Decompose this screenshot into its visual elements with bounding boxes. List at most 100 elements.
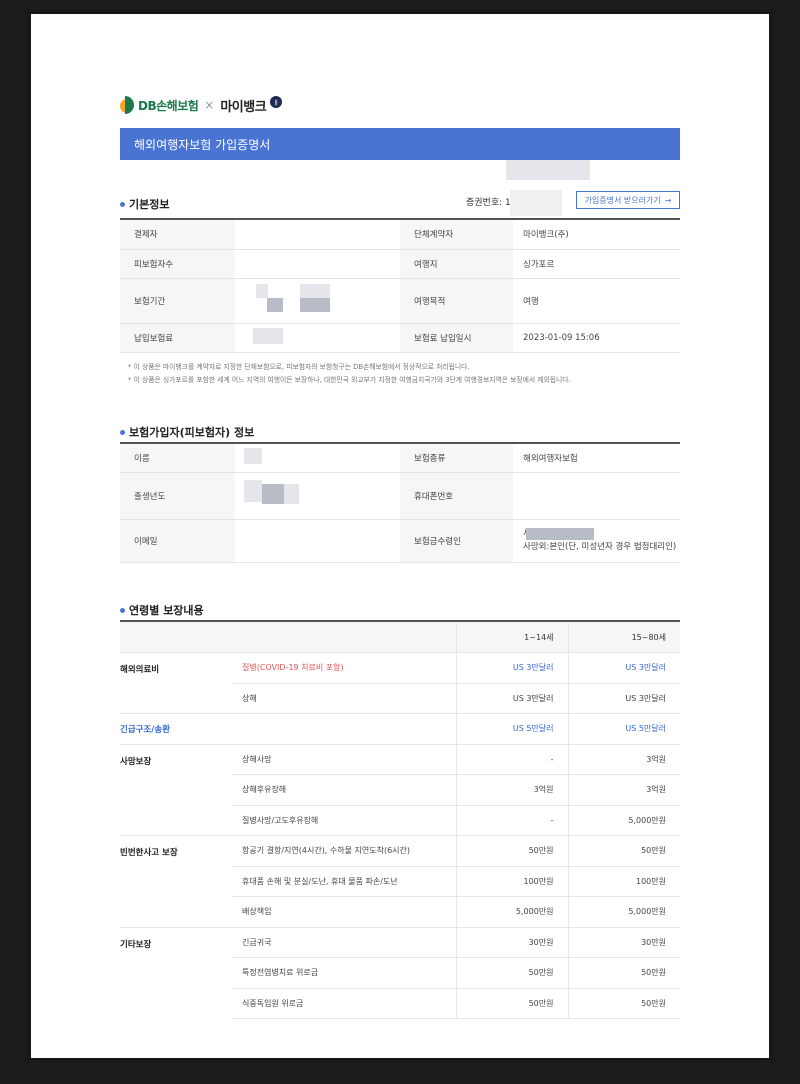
redacted-block — [526, 528, 594, 540]
insurer-logo-text: DB손해보험 — [138, 98, 199, 113]
bullet-icon — [120, 201, 125, 207]
age-column-header: 15~80세 — [567, 621, 680, 653]
amount-cell: US 3만달러 — [455, 683, 568, 714]
coverage-item: 상해 — [232, 683, 456, 714]
table-row: 이메일 보험금수령인 사망시:법정상속인 사망외:본인(단, 미성년자 경우 법… — [120, 519, 680, 563]
coverage-item: 상해후유장해 — [232, 774, 456, 806]
amount-cell: 50만원 — [455, 988, 568, 1019]
field-value: 싱가포르 — [513, 249, 680, 279]
field-label: 납입보험료 — [120, 323, 235, 353]
coverage-item: 배상책임 — [232, 896, 456, 928]
redacted-policy-number — [510, 190, 562, 216]
coverage-item: 항공기 결항/지연(4시간), 수하물 지연도착(6시간) — [232, 835, 456, 867]
amount-cell: 50만원 — [455, 835, 568, 867]
field-label: 여행목적 — [400, 278, 513, 324]
amount-cell: 50만원 — [567, 835, 680, 867]
coverage-item: 질병(COVID-19 치료비 포함) — [232, 652, 456, 684]
certificate-download-button[interactable]: 가입증명서 받으러가기 → — [576, 191, 680, 209]
coverage-item: 특정전염병치료 위로금 — [232, 957, 456, 989]
field-label: 출생년도 — [120, 472, 235, 520]
redacted-block — [284, 484, 299, 504]
amount-cell: 5,000만원 — [567, 805, 680, 836]
basic-info-table: 결제자 단체계약자 마이뱅크(주) 피보험자수 여행지 싱가포르 보험기간 여행… — [120, 218, 680, 353]
table-row: 결제자 단체계약자 마이뱅크(주) — [120, 219, 680, 250]
amount-cell: US 3만달러 — [567, 652, 680, 684]
amount-cell: 3억원 — [455, 774, 568, 806]
notice-text: * 이 상품은 마이뱅크를 계약자로 지정한 단체보험으로, 피보험자의 보험청… — [128, 361, 571, 387]
field-label: 보험금수령인 — [400, 519, 513, 563]
field-label: 휴대폰번호 — [400, 472, 513, 520]
header-spacer — [120, 621, 456, 653]
redacted-block — [506, 160, 590, 180]
partner-logo-text: 마이뱅크 — [220, 99, 267, 115]
redacted-block — [267, 298, 283, 312]
redacted-block — [244, 448, 262, 464]
redacted-block — [244, 480, 262, 502]
field-value — [513, 472, 680, 520]
notice-line: * 이 상품은 싱가포르를 포함한 세계 어느 지역의 여행이든 보장하나, 대… — [128, 376, 571, 384]
partner-badge-icon: ㅐ — [270, 96, 283, 108]
field-label: 보험기간 — [120, 278, 235, 324]
field-label: 이메일 — [120, 519, 235, 563]
coverage-item: 상해사망 — [232, 744, 456, 775]
field-value: 해외여행자보험 — [513, 443, 680, 473]
section-heading: 보험가입자(피보험자) 정보 — [129, 426, 255, 439]
amount-cell: - — [455, 805, 568, 836]
field-value — [235, 219, 400, 250]
insured-info-table: 이름 보험종류 해외여행자보험 출생년도 휴대폰번호 이메일 보험금수령인 사망… — [120, 442, 680, 563]
page-title: 해외여행자보험 가입증명서 — [134, 137, 271, 152]
amount-cell: 100만원 — [455, 866, 568, 897]
certificate-button-label: 가입증명서 받으러가기 — [584, 195, 661, 205]
amount-cell: 50만원 — [455, 957, 568, 989]
amount-cell: 100만원 — [567, 866, 680, 897]
table-row: 출생년도 휴대폰번호 — [120, 472, 680, 520]
field-value: 마이뱅크(주) — [513, 219, 680, 250]
redacted-block — [300, 284, 330, 298]
table-row: 해외의료비 질병(COVID-19 치료비 포함) US 3만달러 US 3만달… — [120, 652, 680, 714]
amount-cell: 50만원 — [567, 988, 680, 1019]
logo-separator: × — [204, 98, 215, 112]
amount-cell: 50만원 — [567, 957, 680, 989]
redacted-block — [253, 328, 283, 344]
coverage-item — [232, 713, 456, 745]
amount-cell: 30만원 — [455, 927, 568, 958]
field-value: 2023-01-09 15:06 — [513, 323, 680, 353]
logo-bar: DB손해보험 × 마이뱅크 ㅐ — [120, 94, 283, 116]
coverage-item: 휴대품 손해 및 분실/도난, 휴대 물품 파손/도난 — [232, 866, 456, 897]
table-row: 납입보험료 보험료 납입일시 2023-01-09 15:06 — [120, 323, 680, 353]
coverage-category: 기타보장 — [120, 939, 152, 950]
document-page: DB손해보험 × 마이뱅크 ㅐ 해외여행자보험 가입증명서 기본정보 증권번호:… — [31, 14, 769, 1058]
coverage-item: 식중독입원 위로금 — [232, 988, 456, 1019]
table-row: 이름 보험종류 해외여행자보험 — [120, 443, 680, 473]
table-row: 보험기간 여행목적 여행 — [120, 278, 680, 324]
coverage-category: 빈번한사고 보장 — [120, 835, 232, 928]
bullet-icon — [120, 607, 125, 613]
amount-cell: US 3만달러 — [567, 683, 680, 714]
redacted-block — [256, 284, 268, 298]
redacted-block — [300, 298, 330, 312]
page-title-bar: 해외여행자보험 가입증명서 — [120, 128, 680, 160]
arrow-right-icon: → — [664, 195, 672, 205]
amount-cell: US 3만달러 — [455, 652, 568, 684]
field-label: 이름 — [120, 443, 235, 473]
amount-cell: 5,000만원 — [455, 896, 568, 928]
notice-line: * 이 상품은 마이뱅크를 계약자로 지정한 단체보험으로, 피보험자의 보험청… — [128, 363, 470, 371]
amount-cell: US 5만달러 — [567, 713, 680, 745]
table-header-row: 1~14세 15~80세 — [120, 621, 680, 653]
amount-cell: 5,000만원 — [567, 896, 680, 928]
table-row: 빈번한사고 보장 항공기 결항/지연(4시간), 수하물 지연도착(6시간) 5… — [120, 835, 680, 928]
policy-number: 증권번호: 1 — [466, 198, 511, 208]
coverage-category: 긴급구조/송환 — [120, 713, 232, 745]
bullet-icon — [120, 429, 125, 435]
table-row: 피보험자수 여행지 싱가포르 — [120, 249, 680, 279]
field-value — [235, 249, 400, 279]
field-label: 피보험자수 — [120, 249, 235, 279]
amount-cell: - — [455, 744, 568, 775]
age-column-header: 1~14세 — [455, 621, 568, 653]
field-value: 여행 — [513, 278, 680, 324]
section-coverage: 연령별 보장내용 — [120, 602, 204, 618]
amount-cell: 3억원 — [567, 744, 680, 775]
field-label: 단체계약자 — [400, 219, 513, 250]
section-heading: 기본정보 — [129, 198, 170, 211]
field-label: 보험종류 — [400, 443, 513, 473]
